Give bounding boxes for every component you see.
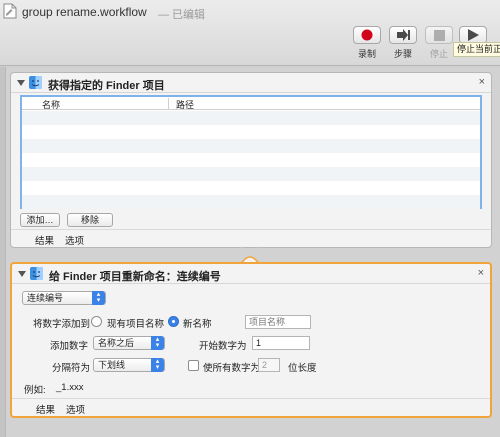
new-name-input[interactable]	[245, 315, 311, 329]
step-button[interactable]	[389, 26, 417, 44]
add-number-label: 添加数字	[50, 341, 89, 352]
options-tab[interactable]: 选项	[66, 402, 85, 416]
stop-button[interactable]	[425, 26, 453, 44]
close-icon[interactable]: ×	[479, 76, 485, 88]
options-tab[interactable]: 选项	[65, 233, 84, 247]
step-icon	[397, 29, 410, 41]
existing-name-label[interactable]: 现有项目名称	[107, 316, 164, 330]
window-edited-status: — 已编辑	[158, 9, 206, 21]
action-header: 获得指定的 Finder 项目 ×	[11, 73, 491, 93]
record-button[interactable]	[353, 26, 381, 44]
all-digits-checkbox[interactable]	[188, 360, 199, 371]
document-icon	[3, 3, 17, 19]
add-button[interactable]: 添加…	[20, 213, 60, 227]
results-tab[interactable]: 结果	[35, 233, 54, 247]
separator-popup[interactable]: 下划线 ▴ ▾	[93, 358, 165, 372]
example-label: 例如:	[24, 385, 46, 396]
separator-label: 分隔符为	[52, 363, 91, 374]
finder-items-table[interactable]: 名称 路径	[20, 95, 482, 209]
disclosure-triangle-icon[interactable]	[17, 80, 25, 86]
action-footer: 结果 选项	[12, 398, 490, 416]
workflow-canvas: 获得指定的 Finder 项目 × 名称 路径 添加… 移除 结果 选项 给 F…	[0, 67, 500, 437]
number-position-popup[interactable]: 名称之后 ▴ ▾	[93, 336, 165, 350]
rename-mode-value: 连续编号	[27, 293, 64, 303]
action-title: 获得指定的 Finder 项目	[48, 80, 165, 92]
window-titlebar: group rename.workflow — 已编辑 录制 步骤 停止 停止当…	[0, 0, 500, 66]
action-rename-finder-items: 给 Finder 项目重新命名：连续编号 × 连续编号 ▴ ▾ 将数字添加到 现有…	[10, 262, 492, 418]
table-row	[22, 125, 480, 139]
library-pane-edge	[0, 67, 6, 437]
close-icon[interactable]: ×	[478, 267, 484, 279]
column-header-path[interactable]: 路径	[176, 98, 194, 111]
action-title: 给 Finder 项目重新命名：连续编号	[49, 271, 221, 283]
run-tooltip: 停止当前正	[453, 42, 500, 57]
digits-input[interactable]: 2	[258, 358, 280, 372]
action-footer: 结果 选项	[11, 229, 491, 247]
results-tab[interactable]: 结果	[36, 402, 55, 416]
popup-arrows-icon: ▴ ▾	[92, 291, 105, 305]
disclosure-triangle-icon[interactable]	[18, 271, 26, 277]
table-row	[22, 195, 480, 209]
digits-suffix-label: 位长度	[288, 363, 317, 374]
action-get-finder-items: 获得指定的 Finder 项目 × 名称 路径 添加… 移除 结果 选项	[10, 72, 492, 248]
step-label: 步骤	[393, 49, 412, 59]
new-name-radio[interactable]	[168, 316, 179, 327]
number-position-value: 名称之后	[98, 338, 135, 348]
stop-label: 停止	[429, 49, 448, 59]
add-number-to-label: 将数字添加到	[33, 319, 91, 330]
start-number-label: 开始数字为	[199, 341, 247, 352]
window-title: group rename.workflow	[22, 5, 147, 19]
finder-icon	[29, 76, 42, 89]
remove-button[interactable]: 移除	[67, 213, 113, 227]
stop-icon	[433, 29, 445, 41]
record-tool[interactable]: 录制	[350, 26, 384, 60]
table-row	[22, 153, 480, 167]
separator-value: 下划线	[98, 360, 126, 370]
action-header: 给 Finder 项目重新命名：连续编号 ×	[12, 264, 490, 284]
table-row	[22, 111, 480, 125]
finder-icon	[30, 267, 43, 280]
column-header-name[interactable]: 名称	[42, 98, 60, 111]
column-divider	[168, 98, 169, 109]
rename-mode-popup[interactable]: 连续编号 ▴ ▾	[22, 291, 106, 305]
all-digits-label[interactable]: 使所有数字为	[203, 360, 260, 374]
popup-arrows-icon: ▴ ▾	[151, 336, 164, 350]
table-row	[22, 167, 480, 181]
step-tool[interactable]: 步骤	[386, 26, 420, 60]
play-icon	[467, 29, 479, 41]
stop-tool[interactable]: 停止	[422, 26, 456, 60]
record-icon	[361, 29, 373, 41]
record-label: 录制	[357, 49, 376, 59]
start-number-input[interactable]: 1	[252, 336, 310, 350]
example-value: _1.xxx	[56, 382, 84, 393]
table-row	[22, 139, 480, 153]
existing-name-radio[interactable]	[91, 316, 102, 327]
table-header: 名称 路径	[22, 97, 480, 110]
new-name-label[interactable]: 新名称	[183, 316, 212, 330]
popup-arrows-icon: ▴ ▾	[151, 358, 164, 372]
table-row	[22, 181, 480, 195]
